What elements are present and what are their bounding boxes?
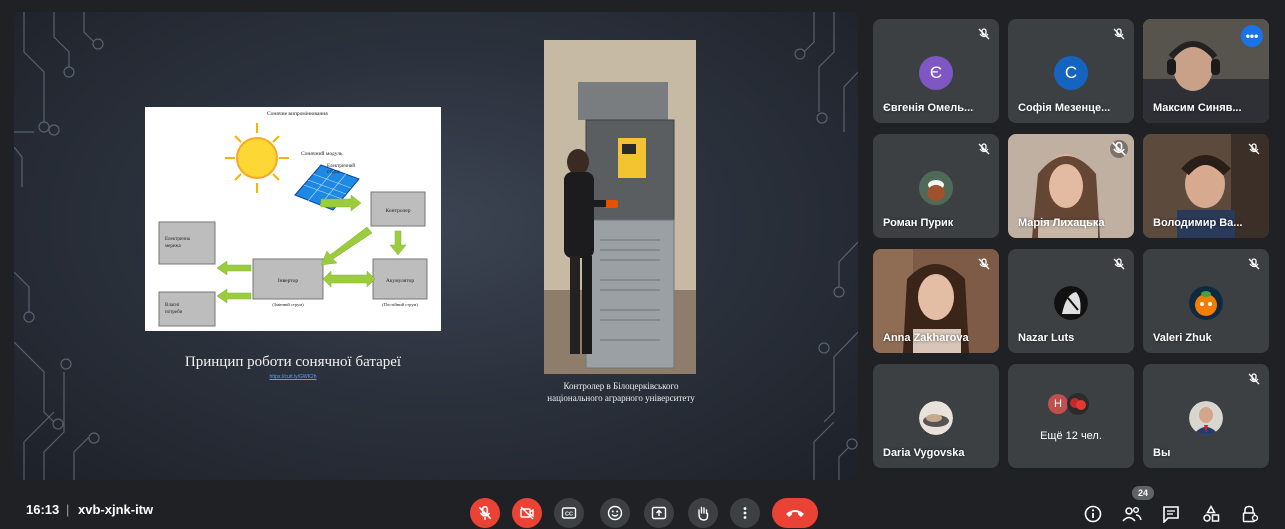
avatar	[919, 401, 953, 435]
captions-icon: CC	[561, 507, 577, 519]
present-screen-icon	[651, 506, 667, 520]
participant-name: Євгенія Омель...	[883, 102, 974, 114]
participant-name: Софія Мезенце...	[1018, 102, 1111, 114]
activities-icon	[1203, 505, 1220, 522]
participant-name: Anna Zakharova	[883, 332, 969, 344]
photo-caption-line-1: Контролер в Білоцерківського	[563, 381, 679, 391]
raise-hand-button[interactable]	[688, 498, 718, 528]
participant-tile[interactable]: Марія Лихацька	[1008, 134, 1134, 238]
more-options-button[interactable]	[730, 498, 760, 528]
mic-off-icon	[1113, 28, 1125, 40]
meeting-code: xvb-xjnk-itw	[78, 502, 154, 517]
participant-tile[interactable]: Nazar Luts	[1008, 249, 1134, 353]
lock-person-icon	[1242, 505, 1259, 523]
people-icon	[1122, 507, 1142, 522]
accumulator-box-label: Акумулятор	[386, 278, 415, 284]
camera-toggle-button[interactable]	[512, 498, 542, 528]
mic-off-icon	[1113, 258, 1125, 270]
participant-name: Володимир Ва...	[1153, 217, 1243, 229]
ac-label: (Змінний струм)	[272, 302, 304, 307]
avatar	[1054, 286, 1088, 320]
dc-label: (Постійний струм)	[382, 302, 418, 307]
mic-off-icon	[1110, 140, 1128, 158]
more-participants-label: Ещё 12 чел.	[1040, 430, 1102, 442]
participant-tile[interactable]: Anna Zakharova	[873, 249, 999, 353]
controller-photo	[544, 40, 696, 374]
phone-hangup-icon	[786, 510, 804, 517]
mic-off-icon	[1248, 373, 1260, 385]
mic-off-icon	[978, 258, 990, 270]
avatar	[1189, 401, 1223, 435]
bottom-control-bar: 16:13 | xvb-xjnk-itw CC	[0, 490, 1285, 529]
slide-caption-link[interactable]: https://cutt.ly/GWK2h	[145, 374, 441, 380]
avatar: Н	[1048, 394, 1068, 414]
svg-text:CC: CC	[565, 512, 573, 518]
mic-off-icon	[1248, 258, 1260, 270]
photo-caption: Контролер в Білоцерківського національно…	[524, 380, 718, 404]
emoji-icon	[607, 505, 623, 521]
present-button[interactable]	[644, 498, 674, 528]
people-button[interactable]	[1122, 504, 1142, 524]
more-vert-icon	[743, 507, 747, 519]
mic-off-icon	[978, 28, 990, 40]
leave-call-button[interactable]	[772, 498, 818, 528]
activities-button[interactable]	[1201, 504, 1221, 524]
mic-off-icon	[978, 143, 990, 155]
reactions-button[interactable]	[600, 498, 630, 528]
participant-name: Nazar Luts	[1018, 332, 1075, 344]
meeting-details-button[interactable]	[1083, 504, 1103, 524]
photo-caption-line-2: національного аграрного університету	[547, 393, 695, 403]
participant-tile[interactable]: Daria Vygovska	[873, 364, 999, 468]
chat-button[interactable]	[1161, 504, 1181, 524]
controller-box-label: Контролер	[386, 208, 411, 214]
participants-overflow-tile[interactable]: Н Ещё 12 чел.	[1008, 364, 1134, 468]
presentation-stage: Сонячне випромінювання Сонячний модуль Е…	[14, 12, 858, 480]
slide-caption: Принцип роботи сонячної батареї	[184, 354, 402, 370]
info-icon	[1084, 505, 1102, 523]
avatar	[919, 171, 953, 205]
solar-diagram: Сонячне випромінювання Сонячний модуль Е…	[145, 107, 441, 331]
avatar: Є	[919, 56, 953, 90]
participant-tile[interactable]: Valeri Zhuk	[1143, 249, 1269, 353]
participant-name: Максим Синяв...	[1153, 102, 1242, 114]
participant-tile-active[interactable]: ••• Максим Синяв...	[1143, 19, 1269, 123]
hand-icon	[698, 506, 709, 521]
diagram-title: Сонячне випромінювання	[267, 111, 328, 117]
captions-button[interactable]: CC	[554, 498, 584, 528]
participant-tile[interactable]: С Софія Мезенце...	[1008, 19, 1134, 123]
mic-off-icon	[478, 505, 492, 520]
avatar: С	[1054, 56, 1088, 90]
camera-off-icon	[520, 506, 534, 520]
participant-tile[interactable]: Володимир Ва...	[1143, 134, 1269, 238]
participant-name: Daria Vygovska	[883, 447, 965, 459]
more-options-button[interactable]: •••	[1241, 25, 1263, 47]
meet-window: Сонячне випромінювання Сонячний модуль Е…	[0, 0, 1285, 529]
mic-toggle-button[interactable]	[470, 498, 500, 528]
meeting-time: 16:13	[26, 502, 60, 517]
self-tile[interactable]: Вы	[1143, 364, 1269, 468]
separator: |	[66, 502, 70, 517]
participant-name: Вы	[1153, 447, 1171, 459]
chat-icon	[1163, 506, 1179, 523]
mic-off-icon	[1248, 143, 1260, 155]
participant-tile[interactable]: Роман Пурик	[873, 134, 999, 238]
avatar	[1067, 393, 1089, 415]
avatar	[1189, 286, 1223, 320]
host-controls-button[interactable]	[1240, 504, 1260, 524]
inverter-box-label: Інвертор	[278, 278, 299, 284]
participant-name: Роман Пурик	[883, 217, 954, 229]
module-label: Сонячний модуль	[301, 150, 343, 157]
participant-tile[interactable]: Є Євгенія Омель...	[873, 19, 999, 123]
participant-name: Valeri Zhuk	[1153, 332, 1212, 344]
sun-icon	[225, 123, 289, 193]
participant-name: Марія Лихацька	[1018, 217, 1105, 229]
people-count-badge: 24	[1132, 486, 1154, 500]
